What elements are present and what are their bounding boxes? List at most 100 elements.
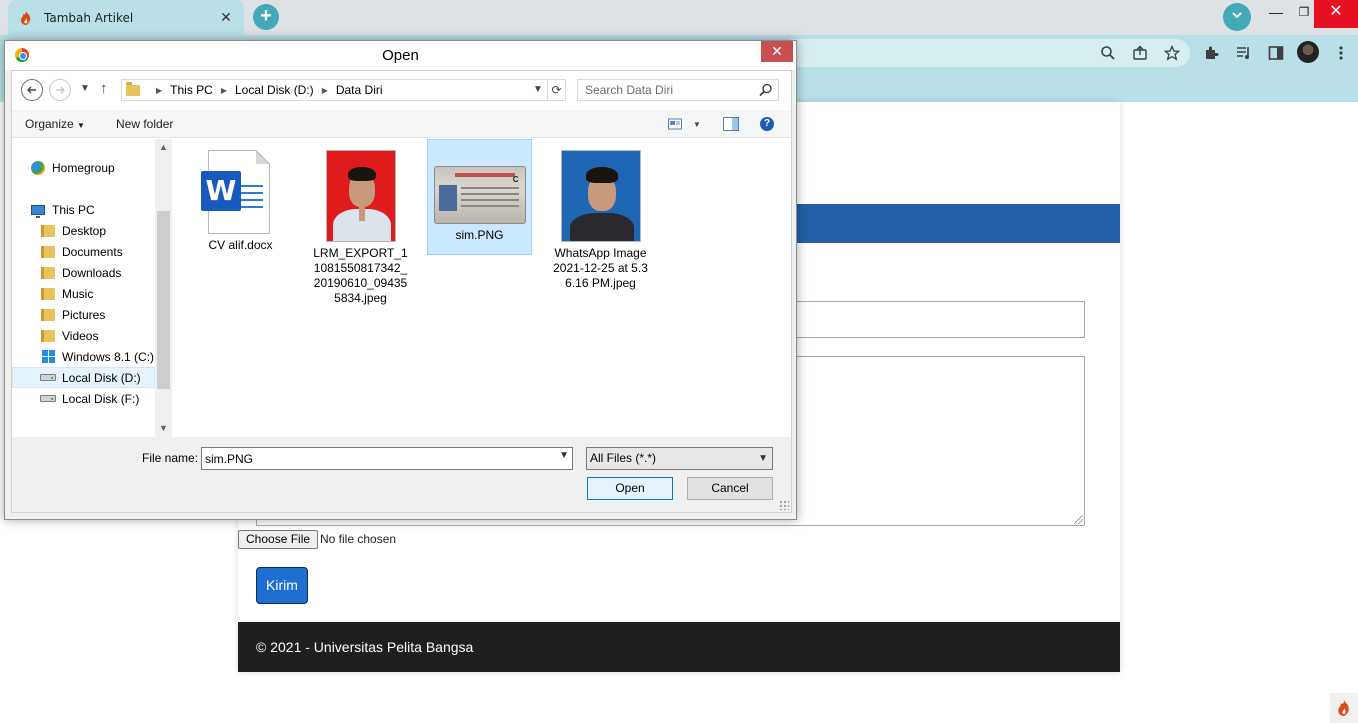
- nav-item-pictures[interactable]: Pictures: [40, 304, 172, 325]
- share-icon[interactable]: [1130, 43, 1150, 63]
- open-button[interactable]: Open: [587, 477, 673, 500]
- folder-icon: [40, 245, 56, 259]
- homegroup-icon: [30, 160, 46, 175]
- nav-item-local-disk-f[interactable]: Local Disk (F:): [40, 388, 172, 409]
- bookmark-star-icon[interactable]: [1162, 43, 1182, 63]
- nav-item-label: Pictures: [62, 307, 106, 322]
- nav-item-label: Local Disk (D:): [62, 370, 141, 385]
- close-window-button[interactable]: ✕: [1314, 0, 1358, 28]
- codeigniter-flame-icon[interactable]: [1330, 693, 1358, 723]
- browser-tab[interactable]: Tambah Artikel ✕: [8, 0, 244, 35]
- breadcrumb-local-disk-d[interactable]: Local Disk (D:): [235, 83, 314, 97]
- tab-close-icon[interactable]: ✕: [218, 9, 234, 26]
- file-name-input[interactable]: [202, 448, 552, 469]
- file-name: WhatsApp Image 2021-12-25 at 5.36.16 PM.…: [553, 246, 648, 290]
- nav-item-videos[interactable]: Videos: [40, 325, 172, 346]
- new-folder-button[interactable]: New folder: [116, 117, 173, 131]
- minimize-window-button[interactable]: —: [1262, 0, 1290, 28]
- file-name: sim.PNG: [455, 228, 504, 242]
- submit-button[interactable]: Kirim: [256, 567, 308, 604]
- open-file-dialog: Open ✕ ▼ ↑ ▶ This PC ▶ Local Disk (D:) ▶…: [4, 40, 797, 520]
- back-arrow-icon[interactable]: [21, 79, 43, 101]
- breadcrumb-separator-icon: ▶: [321, 85, 328, 95]
- computer-icon: [30, 203, 46, 218]
- dialog-command-bar: Organize ▼ New folder ▼ ?: [12, 110, 791, 138]
- dialog-titlebar[interactable]: Open ✕: [5, 41, 796, 70]
- browser-menu-kebab-icon[interactable]: [1331, 43, 1351, 63]
- drive-icon: [40, 392, 56, 406]
- file-name: LRM_EXPORT_11081550817342_20190610_09435…: [313, 246, 408, 305]
- chevron-down-icon[interactable]: ▼: [559, 450, 569, 461]
- breadcrumb-data-diri[interactable]: Data Diri: [336, 83, 383, 97]
- breadcrumb-bar[interactable]: ▶ This PC ▶ Local Disk (D:) ▶ Data Diri …: [121, 79, 566, 101]
- nav-item-label: Windows 8.1 (C:): [62, 349, 155, 364]
- change-view-icon[interactable]: [668, 115, 682, 133]
- dialog-body: ▼ ↑ ▶ This PC ▶ Local Disk (D:) ▶ Data D…: [11, 70, 792, 513]
- choose-file-button[interactable]: Choose File: [238, 530, 319, 549]
- profile-avatar[interactable]: [1297, 41, 1319, 63]
- recent-locations-chevron-icon[interactable]: ▼: [80, 83, 90, 94]
- resize-grip[interactable]: [779, 500, 789, 510]
- file-type-select[interactable]: All Files (*.*) ▼: [586, 447, 773, 470]
- side-panel-icon[interactable]: [1266, 43, 1286, 63]
- dialog-search-box[interactable]: [577, 79, 779, 101]
- file-item-sim[interactable]: C sim.PNG: [427, 139, 532, 255]
- scroll-up-arrow-icon[interactable]: ▲: [155, 139, 172, 156]
- folder-icon: [40, 266, 56, 280]
- nav-item-label: Local Disk (F:): [62, 391, 140, 406]
- cancel-button[interactable]: Cancel: [687, 477, 773, 500]
- breadcrumb-separator-icon: ▶: [220, 85, 227, 95]
- dialog-title: Open: [382, 47, 419, 64]
- zoom-icon[interactable]: [1098, 43, 1118, 63]
- nav-item-windows-c[interactable]: Windows 8.1 (C:): [40, 346, 172, 367]
- nav-item-label: Videos: [62, 328, 99, 343]
- file-list: W CV alif.docx LRM_EXPORT_11081550817342…: [172, 139, 791, 437]
- page-footer: © 2021 - Universitas Pelita Bangsa: [238, 622, 1120, 672]
- tab-search-chevron-icon[interactable]: [1223, 3, 1251, 31]
- nav-item-this-pc[interactable]: This PC: [30, 199, 172, 220]
- organize-label: Organize: [25, 117, 74, 131]
- folder-icon: [40, 308, 56, 322]
- nav-item-documents[interactable]: Documents: [40, 241, 172, 262]
- address-history-chevron-icon[interactable]: ▼: [529, 80, 547, 100]
- help-icon[interactable]: ?: [760, 115, 774, 133]
- nav-item-music[interactable]: Music: [40, 283, 172, 304]
- photo-thumbnail: [560, 150, 641, 242]
- scrollbar-thumb[interactable]: [157, 211, 170, 389]
- file-item-cv-alif[interactable]: W CV alif.docx: [188, 145, 293, 257]
- view-options-chevron-icon[interactable]: ▼: [693, 115, 701, 133]
- dialog-close-button[interactable]: ✕: [761, 41, 793, 62]
- nav-item-label: Desktop: [62, 223, 107, 238]
- preview-pane-icon[interactable]: [723, 115, 739, 133]
- up-arrow-icon[interactable]: ↑: [100, 80, 108, 97]
- textarea-resize-grip[interactable]: [1074, 515, 1083, 524]
- navigation-scrollbar[interactable]: ▲ ▼: [155, 139, 172, 437]
- file-name-combobox[interactable]: ▼: [201, 447, 573, 470]
- breadcrumb-this-pc[interactable]: This PC: [170, 83, 213, 97]
- file-item-whatsapp-image[interactable]: WhatsApp Image 2021-12-25 at 5.36.16 PM.…: [548, 145, 653, 295]
- new-tab-button[interactable]: +: [253, 4, 279, 30]
- nav-item-homegroup[interactable]: Homegroup: [30, 157, 172, 178]
- nav-item-local-disk-d[interactable]: Local Disk (D:): [12, 367, 155, 388]
- drive-icon: [40, 371, 56, 385]
- dialog-nav-row: ▼ ↑ ▶ This PC ▶ Local Disk (D:) ▶ Data D…: [12, 71, 791, 109]
- photo-thumbnail: [325, 150, 396, 242]
- breadcrumb-separator-icon: ▶: [156, 85, 163, 95]
- refresh-icon[interactable]: ⟳: [547, 80, 565, 100]
- scroll-down-arrow-icon[interactable]: ▼: [155, 420, 172, 437]
- nav-item-label: This PC: [52, 202, 95, 217]
- folder-icon: [126, 81, 140, 96]
- nav-item-downloads[interactable]: Downloads: [40, 262, 172, 283]
- folder-icon: [40, 329, 56, 343]
- file-item-lrm-export[interactable]: LRM_EXPORT_11081550817342_20190610_09435…: [308, 145, 413, 310]
- file-name-label: File name:: [142, 451, 199, 465]
- search-input[interactable]: [578, 80, 758, 100]
- nav-item-desktop[interactable]: Desktop: [40, 220, 172, 241]
- nav-item-label: Documents: [62, 244, 123, 259]
- file-name: CV alif.docx: [208, 238, 273, 252]
- dialog-footer: File name: ▼ All Files (*.*) ▼ Open Canc…: [12, 437, 791, 512]
- organize-menu[interactable]: Organize ▼: [25, 117, 85, 131]
- media-controls-icon[interactable]: [1234, 43, 1254, 63]
- extensions-puzzle-icon[interactable]: [1202, 43, 1222, 63]
- forward-arrow-icon[interactable]: [49, 79, 71, 101]
